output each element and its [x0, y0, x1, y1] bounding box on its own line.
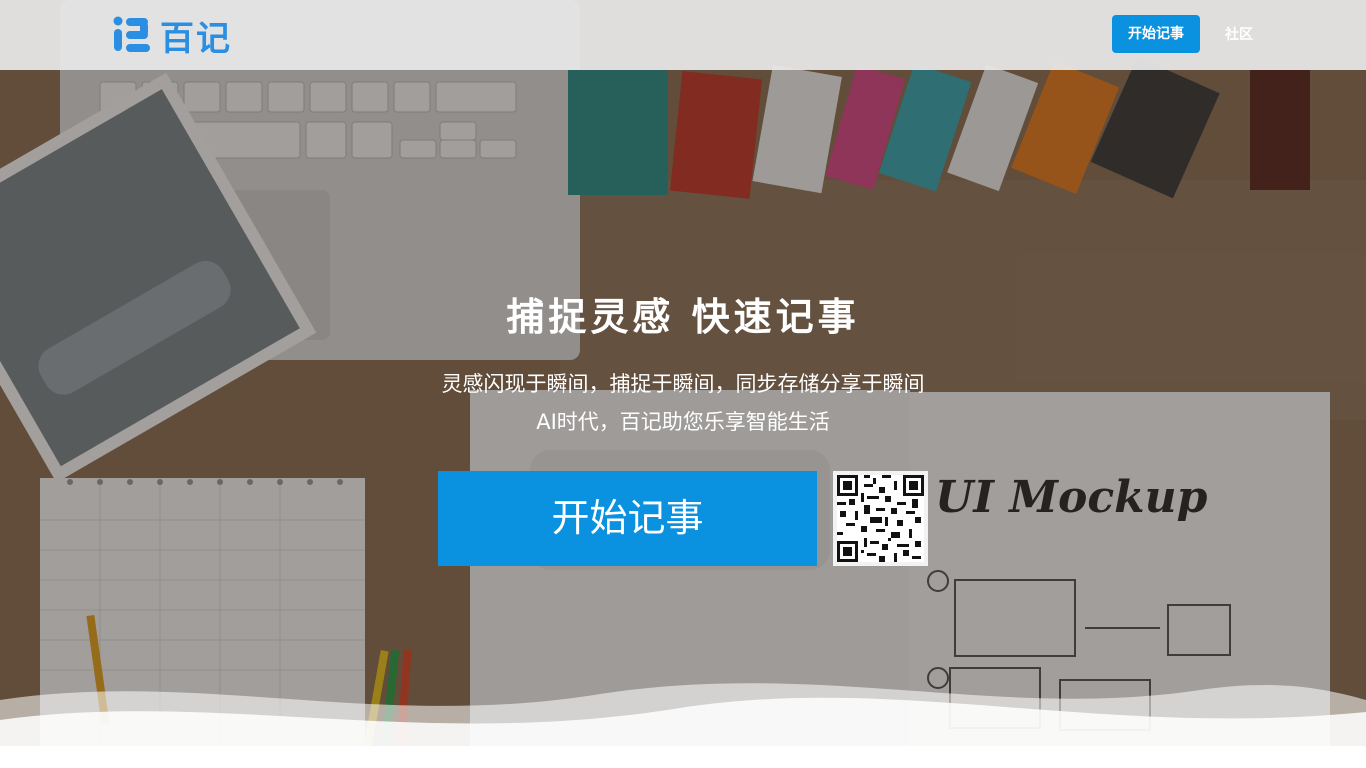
brand-logo[interactable]: 百记 [112, 16, 232, 59]
start-notes-nav-button[interactable]: 开始记事 [1112, 15, 1200, 53]
bottom-wave-divider [0, 683, 1366, 768]
brand-logo-icon [113, 16, 150, 52]
qr-code-icon[interactable] [833, 471, 928, 566]
brand-logo-text: 百记 [160, 18, 232, 59]
hero-subtitle-line-1: 灵感闪现于瞬间，捕捉于瞬间，同步存储分享于瞬间 [441, 372, 925, 396]
top-navigation-bar: 百记 开始记事 社区 [0, 0, 1366, 70]
start-notes-cta-button[interactable]: 开始记事 [438, 471, 817, 566]
hero-headline: 捕捉灵感 快速记事 [506, 295, 860, 339]
hero-subtitle-line-2: AI时代，百记助您乐享智能生活 [536, 410, 830, 434]
hero-section: UI Mockup 捕捉灵感 快速记事 灵感闪现于瞬间，捕捉于瞬间，同步存储分享… [0, 0, 1366, 768]
community-nav-link[interactable]: 社区 [1225, 24, 1253, 44]
